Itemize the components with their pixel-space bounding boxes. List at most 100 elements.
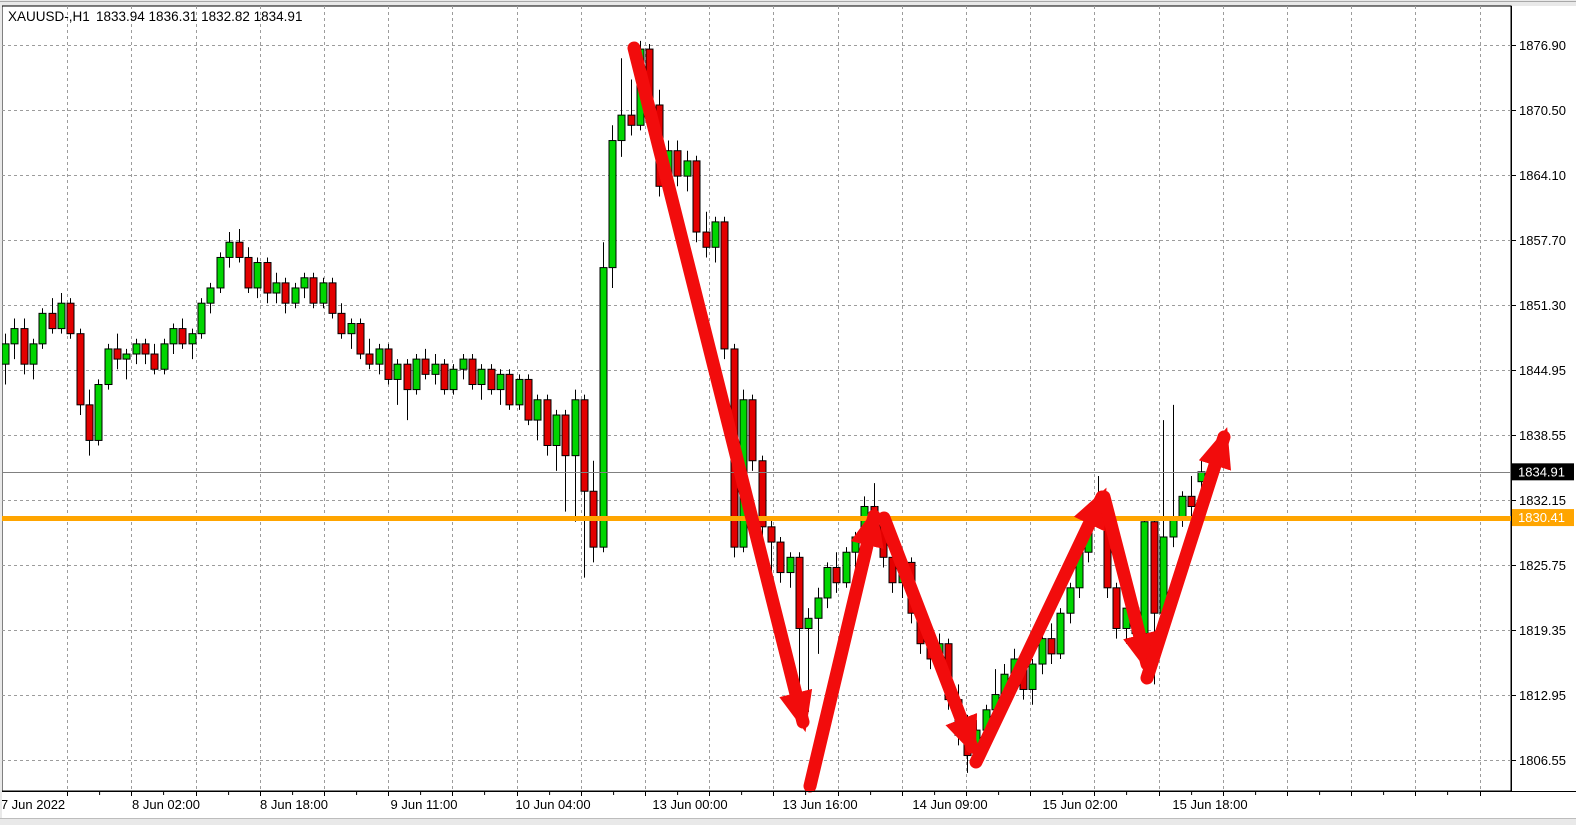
current-price-line-badge-label: 1834.91 [1518, 464, 1565, 479]
window-frame-top [0, 0, 1576, 5]
y-axis-label: 1838.55 [1519, 428, 1566, 443]
y-axis-label: 1806.55 [1519, 753, 1566, 768]
candle-body-up [189, 334, 196, 344]
candle-body-down [49, 313, 56, 328]
chart-plot-area[interactable] [2, 6, 1511, 791]
candle-body-up [1039, 639, 1046, 664]
candle-body-down [768, 527, 775, 542]
candle-body-up [11, 329, 18, 344]
candle-body-down [469, 359, 476, 384]
candle-body-down [506, 374, 513, 404]
candle-body-up [478, 369, 485, 384]
candle-body-up [852, 537, 859, 552]
candle-body-up [432, 364, 439, 374]
x-axis-label: 15 Jun 18:00 [1172, 797, 1247, 812]
candle-body-down [1113, 588, 1120, 629]
x-axis-label: 8 Jun 18:00 [260, 797, 328, 812]
candle-body-up [413, 359, 420, 389]
candle-body-down [749, 400, 756, 461]
candle-body-up [553, 415, 560, 445]
candle-body-down [151, 354, 158, 369]
y-axis-label: 1870.50 [1519, 103, 1566, 118]
chart-title-symbol: XAUUSD-,H1 [8, 9, 90, 24]
candle-body-down [236, 242, 243, 257]
y-axis-label: 1876.90 [1519, 38, 1566, 53]
x-axis-label: 13 Jun 16:00 [782, 797, 857, 812]
candle-body-down [674, 151, 681, 176]
candle-body-up [226, 242, 233, 257]
candle-body-down [142, 344, 149, 354]
candle-body-down [310, 278, 317, 303]
candle-body-up [95, 385, 102, 441]
candle-body-down [385, 349, 392, 379]
candle-body-down [366, 354, 373, 364]
candle-body-down [282, 283, 289, 303]
candle-body-up [292, 288, 299, 303]
x-axis-label: 10 Jun 04:00 [515, 797, 590, 812]
y-axis-label: 1812.95 [1519, 688, 1566, 703]
candle-body-up [815, 598, 822, 618]
window-frame-bottom [0, 818, 1576, 825]
horizontal-line-object-badge-label: 1830.41 [1518, 510, 1565, 525]
candle-body-up [843, 552, 850, 582]
candle-body-up [805, 618, 812, 628]
candle-body-down [544, 400, 551, 446]
candle-body-down [581, 400, 588, 491]
candle-body-up [712, 222, 719, 247]
candle-body-up [1067, 588, 1074, 613]
candle-body-up [1057, 613, 1064, 654]
candle-body-up [609, 141, 616, 268]
candle-body-down [441, 364, 448, 389]
y-axis-label: 1857.70 [1519, 233, 1566, 248]
x-axis-label: 8 Jun 02:00 [132, 797, 200, 812]
candle-body-up [618, 115, 625, 140]
candle-body-down [693, 161, 700, 232]
candle-body-up [170, 329, 177, 344]
price-chart[interactable]: 1876.901870.501864.101857.701851.301844.… [0, 0, 1576, 825]
candle-body-down [1188, 496, 1195, 506]
candle-body-down [179, 329, 186, 344]
x-axis-label: 15 Jun 02:00 [1042, 797, 1117, 812]
candle-body-up [1141, 522, 1148, 634]
candle-body-up [824, 567, 831, 597]
candle-body-up [30, 344, 37, 364]
candle-body-up [787, 557, 794, 572]
candle-body-up [497, 374, 504, 389]
candle-body-down [21, 329, 28, 365]
candle-body-down [525, 379, 532, 420]
candle-body-down [245, 257, 252, 287]
candle-body-up [161, 344, 168, 369]
window-frame-left [0, 5, 2, 818]
y-axis-label: 1864.10 [1519, 168, 1566, 183]
candle-body-up [684, 161, 691, 176]
candle-body-down [796, 557, 803, 628]
candle-body-up [1179, 496, 1186, 516]
candle-body-down [86, 405, 93, 441]
candle-body-down [1151, 522, 1158, 613]
candle-body-up [207, 288, 214, 303]
candle-body-down [777, 542, 784, 572]
candle-body-up [133, 344, 140, 354]
mt4-chart-window: 1876.901870.501864.101857.701851.301844.… [0, 0, 1576, 825]
chart-title-ohlc: 1833.94 1836.31 1832.82 1834.91 [96, 9, 302, 24]
candle-body-up [217, 257, 224, 287]
candle-body-down [338, 313, 345, 333]
candle-body-up [376, 349, 383, 364]
candle-body-up [600, 268, 607, 548]
candle-body-down [404, 364, 411, 389]
candle-body-up [58, 303, 65, 328]
candle-body-down [114, 349, 121, 359]
candle-body-down [488, 369, 495, 389]
y-axis-label: 1825.75 [1519, 558, 1566, 573]
y-axis-label: 1851.30 [1519, 298, 1566, 313]
candle-body-up [516, 379, 523, 404]
candle-body-up [254, 263, 261, 288]
candle-body-up [450, 369, 457, 389]
candle-body-up [2, 344, 9, 364]
x-axis-label: 13 Jun 00:00 [652, 797, 727, 812]
candle-body-down [77, 334, 84, 405]
candle-body-down [703, 232, 710, 247]
candle-body-down [329, 283, 336, 313]
x-axis-label: 14 Jun 09:00 [912, 797, 987, 812]
candle-body-down [1048, 639, 1055, 654]
